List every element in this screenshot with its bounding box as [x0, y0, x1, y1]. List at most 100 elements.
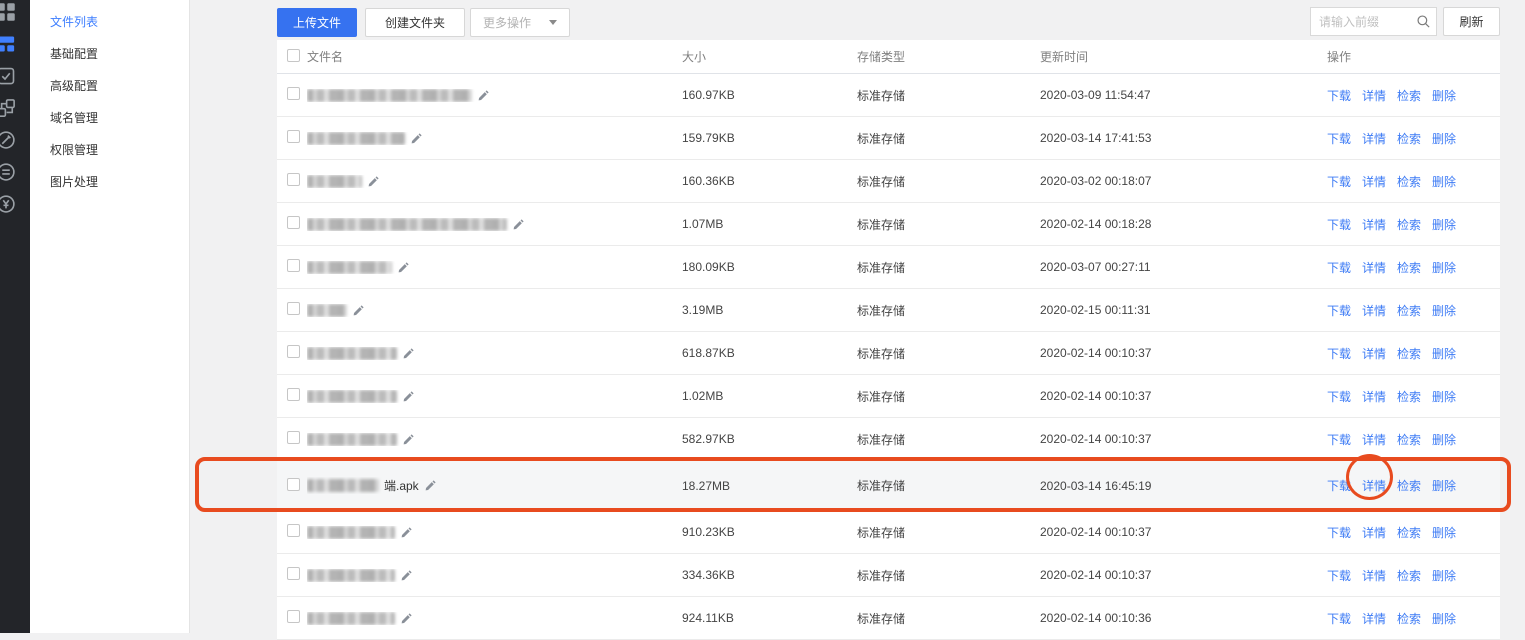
- action-details[interactable]: 详情: [1362, 431, 1386, 448]
- file-name-cell[interactable]: [307, 526, 682, 539]
- action-delete[interactable]: 删除: [1432, 87, 1456, 104]
- row-checkbox[interactable]: [287, 567, 300, 580]
- file-name-cell[interactable]: [307, 175, 682, 188]
- upload-file-button[interactable]: 上传文件: [277, 8, 357, 37]
- file-name-cell[interactable]: [307, 304, 682, 317]
- action-delete[interactable]: 删除: [1432, 524, 1456, 541]
- file-name-cell[interactable]: 端.apk: [307, 477, 682, 494]
- action-details[interactable]: 详情: [1362, 216, 1386, 233]
- action-download[interactable]: 下载: [1327, 524, 1351, 541]
- action-details[interactable]: 详情: [1362, 477, 1386, 494]
- create-folder-button[interactable]: 创建文件夹: [365, 8, 465, 37]
- edit-name-icon[interactable]: [352, 304, 365, 317]
- action-delete[interactable]: 删除: [1432, 567, 1456, 584]
- row-checkbox[interactable]: [287, 388, 300, 401]
- edit-name-icon[interactable]: [402, 433, 415, 446]
- row-checkbox[interactable]: [287, 524, 300, 537]
- finance-circle-icon[interactable]: [0, 188, 30, 220]
- action-search[interactable]: 检索: [1397, 610, 1421, 627]
- file-name-cell[interactable]: [307, 89, 682, 102]
- row-checkbox[interactable]: [287, 302, 300, 315]
- refresh-button[interactable]: 刷新: [1443, 7, 1500, 36]
- edit-name-icon[interactable]: [477, 89, 490, 102]
- row-checkbox[interactable]: [287, 87, 300, 100]
- sidebar-item[interactable]: 高级配置: [30, 70, 189, 102]
- action-delete[interactable]: 删除: [1432, 173, 1456, 190]
- org-structure-icon[interactable]: [0, 92, 30, 124]
- edit-name-icon[interactable]: [397, 261, 410, 274]
- action-delete[interactable]: 删除: [1432, 302, 1456, 319]
- action-download[interactable]: 下载: [1327, 216, 1351, 233]
- prefix-search-input[interactable]: [1311, 15, 1410, 29]
- task-check-icon[interactable]: [0, 60, 30, 92]
- action-details[interactable]: 详情: [1362, 302, 1386, 319]
- action-download[interactable]: 下载: [1327, 431, 1351, 448]
- action-delete[interactable]: 删除: [1432, 130, 1456, 147]
- sidebar-item[interactable]: 文件列表: [30, 6, 189, 38]
- sidebar-item[interactable]: 域名管理: [30, 102, 189, 134]
- edit-name-icon[interactable]: [402, 390, 415, 403]
- action-search[interactable]: 检索: [1397, 345, 1421, 362]
- action-search[interactable]: 检索: [1397, 431, 1421, 448]
- tools-circle-icon[interactable]: [0, 124, 30, 156]
- action-download[interactable]: 下载: [1327, 567, 1351, 584]
- action-search[interactable]: 检索: [1397, 87, 1421, 104]
- action-delete[interactable]: 删除: [1432, 345, 1456, 362]
- list-circle-icon[interactable]: [0, 156, 30, 188]
- action-download[interactable]: 下载: [1327, 130, 1351, 147]
- edit-name-icon[interactable]: [512, 218, 525, 231]
- action-details[interactable]: 详情: [1362, 87, 1386, 104]
- action-details[interactable]: 详情: [1362, 130, 1386, 147]
- action-download[interactable]: 下载: [1327, 345, 1351, 362]
- row-checkbox[interactable]: [287, 610, 300, 623]
- file-name-cell[interactable]: [307, 261, 682, 274]
- edit-name-icon[interactable]: [367, 175, 380, 188]
- file-name-cell[interactable]: [307, 218, 682, 231]
- sidebar-item[interactable]: 图片处理: [30, 166, 189, 198]
- action-search[interactable]: 检索: [1397, 388, 1421, 405]
- more-actions-dropdown[interactable]: 更多操作: [470, 8, 570, 37]
- row-checkbox[interactable]: [287, 130, 300, 143]
- action-details[interactable]: 详情: [1362, 345, 1386, 362]
- file-name-cell[interactable]: [307, 390, 682, 403]
- edit-name-icon[interactable]: [400, 526, 413, 539]
- edit-name-icon[interactable]: [400, 569, 413, 582]
- file-name-cell[interactable]: [307, 347, 682, 360]
- action-delete[interactable]: 删除: [1432, 388, 1456, 405]
- file-name-cell[interactable]: [307, 612, 682, 625]
- action-search[interactable]: 检索: [1397, 567, 1421, 584]
- action-delete[interactable]: 删除: [1432, 431, 1456, 448]
- action-details[interactable]: 详情: [1362, 259, 1386, 276]
- action-search[interactable]: 检索: [1397, 302, 1421, 319]
- search-icon[interactable]: [1410, 14, 1436, 29]
- row-checkbox[interactable]: [287, 173, 300, 186]
- action-details[interactable]: 详情: [1362, 173, 1386, 190]
- action-details[interactable]: 详情: [1362, 610, 1386, 627]
- action-search[interactable]: 检索: [1397, 173, 1421, 190]
- action-search[interactable]: 检索: [1397, 216, 1421, 233]
- action-details[interactable]: 详情: [1362, 388, 1386, 405]
- dashboard-grid-icon[interactable]: [0, 0, 30, 28]
- edit-name-icon[interactable]: [410, 132, 423, 145]
- edit-name-icon[interactable]: [400, 612, 413, 625]
- select-all-checkbox[interactable]: [287, 49, 300, 62]
- action-search[interactable]: 检索: [1397, 524, 1421, 541]
- action-download[interactable]: 下载: [1327, 259, 1351, 276]
- action-search[interactable]: 检索: [1397, 130, 1421, 147]
- action-download[interactable]: 下载: [1327, 610, 1351, 627]
- file-name-cell[interactable]: [307, 569, 682, 582]
- action-download[interactable]: 下载: [1327, 477, 1351, 494]
- action-details[interactable]: 详情: [1362, 524, 1386, 541]
- action-search[interactable]: 检索: [1397, 477, 1421, 494]
- action-download[interactable]: 下载: [1327, 388, 1351, 405]
- sidebar-item[interactable]: 权限管理: [30, 134, 189, 166]
- file-name-cell[interactable]: [307, 433, 682, 446]
- action-download[interactable]: 下载: [1327, 302, 1351, 319]
- row-checkbox[interactable]: [287, 216, 300, 229]
- row-checkbox[interactable]: [287, 259, 300, 272]
- row-checkbox[interactable]: [287, 345, 300, 358]
- edit-name-icon[interactable]: [424, 479, 437, 492]
- action-delete[interactable]: 删除: [1432, 610, 1456, 627]
- row-checkbox[interactable]: [287, 478, 300, 491]
- action-search[interactable]: 检索: [1397, 259, 1421, 276]
